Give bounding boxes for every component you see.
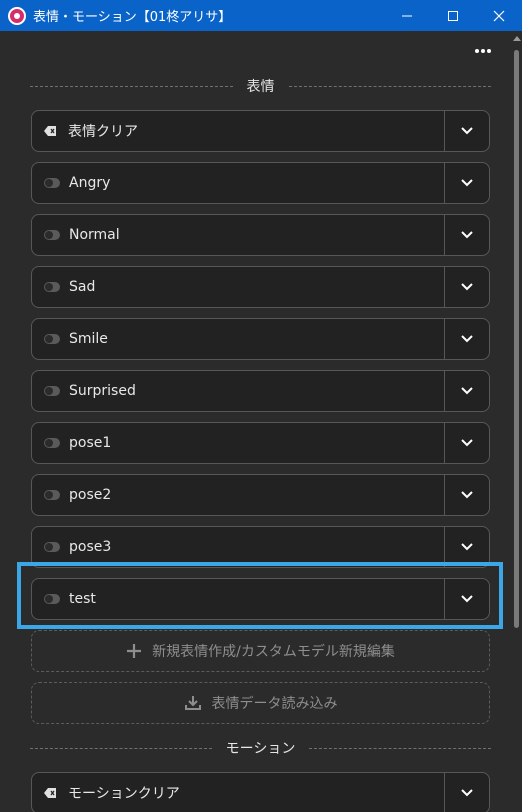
chevron-down-icon (461, 231, 473, 239)
expression-clear-dropdown-button[interactable] (445, 111, 489, 151)
expression-dropdown-button[interactable] (445, 371, 489, 411)
divider (309, 747, 492, 749)
toggle-icon[interactable] (44, 178, 60, 188)
expression-item-label: Smile (69, 331, 108, 347)
expression-item-label: Normal (69, 227, 120, 243)
toggle-icon[interactable] (44, 230, 60, 240)
plus-icon (126, 643, 142, 659)
motion-clear-item[interactable]: モーションクリア (31, 772, 490, 812)
toggle-icon[interactable] (44, 334, 60, 344)
scroll-up-arrow-icon[interactable] (513, 36, 521, 41)
expression-item-sad[interactable]: Sad (31, 266, 490, 308)
app-icon (8, 6, 26, 25)
toggle-icon[interactable] (44, 490, 60, 500)
minimize-icon (402, 15, 412, 16)
toggle-icon[interactable] (44, 542, 60, 552)
chevron-down-icon (461, 789, 473, 797)
window-controls (384, 0, 522, 31)
expression-item-surprised[interactable]: Surprised (31, 370, 490, 412)
divider (30, 85, 233, 87)
download-icon (184, 695, 202, 711)
expression-item-label: Sad (69, 279, 96, 295)
title-bar[interactable]: 表情・モーション【01柊アリサ】 (0, 0, 522, 31)
expression-dropdown-button[interactable] (445, 527, 489, 567)
toggle-icon[interactable] (44, 594, 60, 604)
new-expression-button[interactable]: 新規表情作成/カスタムモデル新規編集 (31, 630, 490, 672)
content-panel: 表情 表情クリア Angry Normal Sad Smile Surprise… (0, 71, 512, 812)
expression-item-label: pose3 (69, 539, 112, 555)
chevron-down-icon (461, 543, 473, 551)
expression-dropdown-button[interactable] (445, 267, 489, 307)
expression-item-angry[interactable]: Angry (31, 162, 490, 204)
chevron-down-icon (461, 595, 473, 603)
import-expression-label: 表情データ読み込み (211, 696, 338, 712)
expression-dropdown-button[interactable] (445, 215, 489, 255)
eraser-icon (43, 786, 59, 800)
expression-dropdown-button[interactable] (445, 423, 489, 463)
close-button[interactable] (476, 0, 522, 31)
maximize-button[interactable] (430, 0, 476, 31)
chevron-down-icon (461, 127, 473, 135)
expression-clear-label: 表情クリア (68, 124, 138, 140)
divider (30, 747, 212, 749)
chevron-down-icon (461, 179, 473, 187)
scrollbar-thumb[interactable] (514, 50, 519, 628)
expression-item-label: Angry (69, 175, 111, 191)
eraser-icon (43, 124, 59, 138)
more-options-button[interactable] (470, 41, 496, 61)
close-icon (493, 10, 505, 21)
expression-dropdown-button[interactable] (445, 475, 489, 515)
expressions-header-label: 表情 (246, 79, 275, 95)
expression-item-label: pose2 (69, 487, 112, 503)
expression-item-normal[interactable]: Normal (31, 214, 490, 256)
chevron-down-icon (461, 283, 473, 291)
toolbar (0, 31, 522, 71)
expression-dropdown-button[interactable] (445, 163, 489, 203)
expression-clear-item[interactable]: 表情クリア (31, 110, 490, 152)
maximize-icon (448, 10, 458, 21)
expression-item-pose3[interactable]: pose3 (31, 526, 490, 568)
import-expression-button[interactable]: 表情データ読み込み (31, 682, 490, 724)
expression-item-test[interactable]: test (31, 578, 490, 620)
expression-dropdown-button[interactable] (445, 319, 489, 359)
expression-item-label: test (69, 591, 96, 607)
expression-item-smile[interactable]: Smile (31, 318, 490, 360)
expression-item-label: pose1 (69, 435, 112, 451)
motion-clear-label: モーションクリア (68, 786, 180, 802)
toggle-icon[interactable] (44, 282, 60, 292)
expression-item-label: Surprised (69, 383, 136, 399)
expression-item-pose1[interactable]: pose1 (31, 422, 490, 464)
expression-dropdown-button[interactable] (445, 579, 489, 619)
chevron-down-icon (461, 335, 473, 343)
minimize-button[interactable] (384, 0, 430, 31)
chevron-down-icon (461, 387, 473, 395)
motion-clear-dropdown-button[interactable] (445, 773, 489, 812)
divider (288, 85, 491, 87)
chevron-down-icon (461, 491, 473, 499)
expression-motion-window: 表情・モーション【01柊アリサ】 表情 表情クリア Angry Normal S… (0, 0, 522, 812)
chevron-down-icon (461, 439, 473, 447)
motions-section-header: モーション (30, 735, 492, 761)
more-dots-icon (475, 49, 479, 53)
expression-item-pose2[interactable]: pose2 (31, 474, 490, 516)
expressions-section-header: 表情 (30, 73, 491, 99)
motions-header-label: モーション (225, 741, 296, 757)
window-title: 表情・モーション【01柊アリサ】 (33, 10, 232, 25)
toggle-icon[interactable] (44, 438, 60, 448)
new-expression-label: 新規表情作成/カスタムモデル新規編集 (152, 644, 395, 660)
toggle-icon[interactable] (44, 386, 60, 396)
